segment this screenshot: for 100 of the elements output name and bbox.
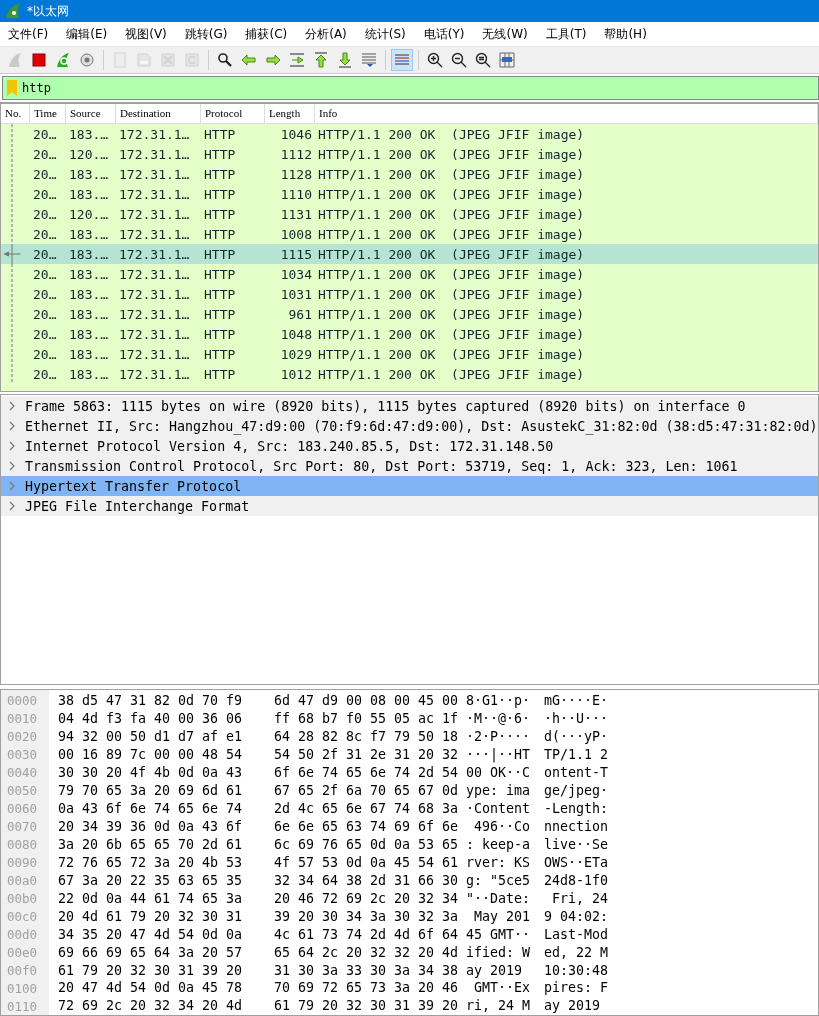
detail-text: JPEG File Interchange Format bbox=[25, 498, 250, 514]
save-icon bbox=[136, 52, 152, 68]
restart-icon bbox=[55, 52, 71, 68]
menu-item[interactable]: 视图(V) bbox=[119, 25, 175, 43]
table-cell-text: HTTP/1.1 200 OK (JPEG JFIF image) bbox=[317, 166, 586, 182]
table-cell-text: 20… bbox=[32, 186, 58, 202]
offset-label: 00e0 bbox=[6, 944, 39, 962]
hex-bytes: 20 46 72 69 2c 20 32 34 bbox=[274, 890, 460, 906]
table-cell-text: 183.… bbox=[68, 246, 110, 262]
table-cell-text: 172.31.1… bbox=[118, 326, 191, 342]
filter-input[interactable]: http bbox=[18, 79, 818, 97]
hex-bytes: 54 50 2f 31 2e 31 20 32 bbox=[274, 747, 460, 763]
app-logo-icon bbox=[5, 3, 21, 19]
table-cell-text: 172.31.1… bbox=[118, 146, 191, 162]
packet-row[interactable]: 20… 183.… 172.31.1… HTTP 1115 HTTP/1.1 200 OK (JPEG JFIF image) bbox=[1, 244, 818, 264]
column-header[interactable]: Info bbox=[315, 104, 818, 123]
menu-item[interactable]: 工具(T) bbox=[539, 25, 595, 43]
table-cell-text: 1115 bbox=[279, 246, 313, 262]
hex-bytes: 30 30 20 4f 4b 0d 0a 43 bbox=[58, 765, 244, 781]
ascii-text: ed, 22 M bbox=[544, 944, 610, 960]
ascii-text: May 201 bbox=[473, 908, 532, 924]
zoom-in-icon bbox=[427, 52, 443, 68]
menu-item[interactable]: 编辑(E) bbox=[60, 25, 116, 43]
table-cell-text: 183.… bbox=[68, 306, 110, 322]
zoom-reset-icon bbox=[475, 52, 491, 68]
detail-row[interactable]: Hypertext Transfer Protocol bbox=[1, 476, 818, 496]
table-cell-text: HTTP/1.1 200 OK (JPEG JFIF image) bbox=[317, 206, 586, 222]
window-title: *以太网 bbox=[27, 2, 69, 20]
table-cell-text: 172.31.1… bbox=[118, 206, 191, 222]
detail-row[interactable]: Internet Protocol Version 4, Src: 183.240.85.5, Dst: 172.31.148.50 bbox=[1, 436, 818, 456]
table-cell-text: 20… bbox=[32, 306, 58, 322]
table-cell-text: HTTP/1.1 200 OK (JPEG JFIF image) bbox=[317, 306, 586, 322]
offset-label: 0070 bbox=[6, 818, 39, 836]
ascii-text: 00 OK··C bbox=[466, 765, 532, 781]
down-arrow-icon bbox=[337, 52, 353, 68]
menu-item[interactable]: 电话(Y) bbox=[417, 25, 473, 43]
hex-bytes: 65 64 2c 20 32 32 20 4d bbox=[274, 944, 460, 960]
column-header[interactable]: Destination bbox=[116, 104, 201, 123]
table-cell-text: HTTP bbox=[203, 186, 237, 202]
ascii-text: ype: ima bbox=[466, 783, 532, 799]
ascii-text: TP/1.1 2 bbox=[544, 747, 610, 763]
ascii-text: ay 2019 bbox=[466, 962, 524, 978]
table-cell-text: 120.… bbox=[68, 206, 110, 222]
hex-bytes: 70 69 72 65 73 3a 20 46 bbox=[274, 980, 460, 996]
menu-item[interactable]: 跳转(G) bbox=[178, 25, 236, 43]
table-cell-text: 1128 bbox=[279, 166, 313, 182]
table-cell-text: 172.31.1… bbox=[118, 166, 191, 182]
ascii-text: ri, 24 M bbox=[466, 998, 532, 1014]
table-cell-text: HTTP/1.1 200 OK (JPEG JFIF image) bbox=[317, 186, 586, 202]
table-cell-text: 20… bbox=[32, 146, 58, 162]
ascii-text: 45 GMT·· bbox=[466, 926, 532, 942]
menu-item[interactable]: 分析(A) bbox=[299, 25, 355, 43]
detail-row[interactable]: Transmission Control Protocol, Src Port: 80, Dst Port: 53719, Seq: 1, Ack: 323, Len: 1061 bbox=[1, 456, 818, 476]
table-cell-text: 20… bbox=[32, 286, 58, 302]
menu-item[interactable]: 统计(S) bbox=[358, 25, 414, 43]
column-header[interactable]: Source bbox=[66, 104, 116, 123]
ascii-text: ·Content bbox=[466, 801, 532, 817]
table-cell-text: 172.31.1… bbox=[118, 266, 191, 282]
table-cell-text: 183.… bbox=[68, 166, 110, 182]
ascii-text: ·M··@·6· bbox=[466, 711, 532, 727]
column-header[interactable]: Protocol bbox=[201, 104, 265, 123]
hex-bytes: 20 47 4d 54 0d 0a 45 78 bbox=[58, 980, 244, 996]
table-cell-text: 1029 bbox=[279, 346, 313, 362]
hex-bytes: 6e 6e 65 63 74 69 6f 6e bbox=[274, 819, 460, 835]
offset-label: 00a0 bbox=[6, 872, 39, 890]
stop-icon bbox=[31, 52, 47, 68]
table-cell-text: 1110 bbox=[279, 186, 313, 202]
ascii-text: "··Date: bbox=[466, 890, 532, 906]
menu-item[interactable]: 文件(F) bbox=[2, 25, 57, 43]
hex-bytes: 67 3a 20 22 35 63 65 35 bbox=[58, 872, 244, 888]
menu-item[interactable]: 帮助(H) bbox=[598, 25, 655, 43]
table-cell-text: HTTP bbox=[203, 126, 237, 142]
hex-bytes: 69 66 69 65 64 3a 20 57 bbox=[58, 944, 244, 960]
table-cell-text: HTTP/1.1 200 OK (JPEG JFIF image) bbox=[317, 126, 586, 142]
detail-row[interactable]: Frame 5863: 1115 bytes on wire (8920 bits), 1115 bytes captured (8920 bits) on interface 0 bbox=[1, 396, 818, 416]
table-cell-text: 172.31.1… bbox=[118, 246, 191, 262]
hex-bytes: 67 65 2f 6a 70 65 67 0d bbox=[274, 783, 460, 799]
ascii-text: 8·G1··p· bbox=[466, 693, 532, 709]
offset-label: 0100 bbox=[6, 980, 39, 998]
goto-icon bbox=[289, 52, 305, 68]
ascii-text: live··Se bbox=[544, 836, 610, 852]
column-header[interactable]: No. bbox=[1, 104, 30, 123]
detail-row[interactable]: JPEG File Interchange Format bbox=[1, 496, 818, 516]
ascii-text: pires: F bbox=[544, 980, 610, 996]
offset-label: 0050 bbox=[6, 782, 39, 800]
hex-bytes: ff 68 b7 f0 55 05 ac 1f bbox=[274, 711, 460, 727]
column-header[interactable]: Time bbox=[30, 104, 66, 123]
ascii-text: 10:30:48 bbox=[544, 962, 610, 978]
table-cell-text: HTTP bbox=[203, 166, 237, 182]
filter-field[interactable]: http bbox=[2, 76, 819, 100]
detail-row[interactable]: Ethernet II, Src: Hangzhou_47:d9:00 (70:f9:6d:47:d9:00), Dst: AsustekC_31:82:0d (38:d5:47:31:82:0d) bbox=[1, 416, 818, 436]
menu-item[interactable]: 无线(W) bbox=[476, 25, 536, 43]
table-cell-text: 120.… bbox=[68, 146, 110, 162]
table-cell-text: HTTP bbox=[203, 246, 237, 262]
hex-bytes: 4f 57 53 0d 0a 45 54 61 bbox=[274, 854, 460, 870]
table-cell-text: HTTP/1.1 200 OK (JPEG JFIF image) bbox=[317, 366, 586, 382]
table-cell-text: HTTP/1.1 200 OK (JPEG JFIF image) bbox=[317, 346, 586, 362]
ascii-text: ified: W bbox=[466, 944, 532, 960]
column-header[interactable]: Length bbox=[265, 104, 315, 123]
menu-item[interactable]: 捕获(C) bbox=[239, 25, 296, 43]
